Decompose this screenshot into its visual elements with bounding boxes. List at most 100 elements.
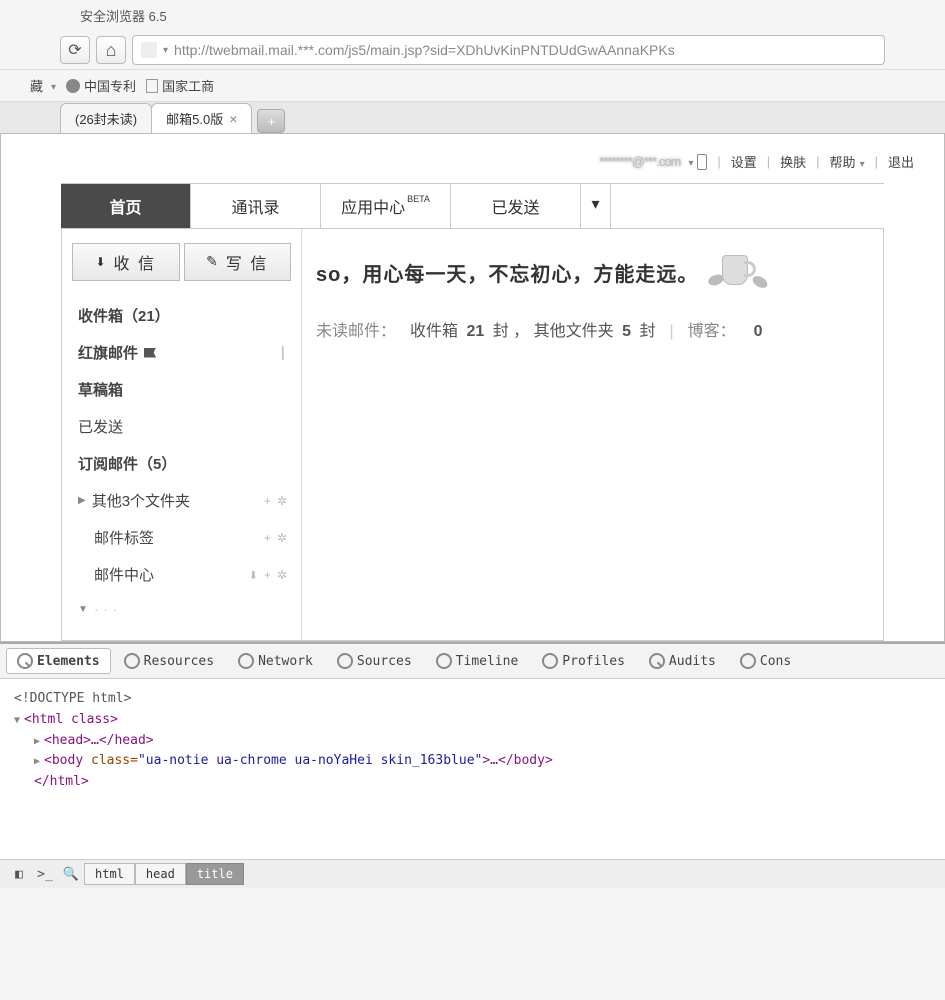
devtools-tab-bar: Elements Resources Network Sources Timel… (0, 644, 945, 679)
devtools-tab-profiles[interactable]: Profiles (531, 648, 636, 674)
plus-icon[interactable] (264, 531, 271, 545)
devtools-panel: Elements Resources Network Sources Timel… (0, 642, 945, 888)
gear-icon[interactable] (277, 568, 287, 582)
folder-inbox[interactable]: 收件箱（21） (72, 297, 291, 334)
browser-window-title: 安全浏览器 6.5 (0, 0, 945, 31)
account-email: ********@***.com (599, 154, 680, 169)
devtools-dom-tree[interactable]: <!DOCTYPE html> ▼<html class> ▶<head>…</… (0, 679, 945, 859)
skin-link[interactable]: 换肤 (780, 152, 806, 171)
url-text: http://twebmail.mail.***.com/js5/main.js… (174, 42, 675, 58)
resources-icon (124, 653, 140, 669)
devtools-tab-elements[interactable]: Elements (6, 648, 111, 674)
beta-badge: BETA (407, 194, 430, 204)
phone-icon[interactable] (697, 154, 707, 170)
plus-icon[interactable] (264, 568, 271, 582)
receive-button[interactable]: 收 信 (72, 243, 180, 281)
mail-app: ********@***.com | 设置 | 换肤 | 帮助 | 退出 首页 … (0, 134, 945, 642)
document-icon (146, 79, 158, 93)
motto-text: so，用心每一天，不忘初心，方能走远。 (316, 258, 698, 287)
folder-labels[interactable]: 邮件标签 (72, 519, 291, 556)
caret-down-icon: ▼ (78, 604, 88, 615)
download-small-icon[interactable] (249, 568, 258, 582)
console-icon (740, 653, 756, 669)
inbox-count: 21 (466, 323, 484, 340)
tab-home[interactable]: 首页 (61, 184, 191, 228)
folder-redflag[interactable]: 红旗邮件| (72, 334, 291, 371)
folder-other3[interactable]: ▶其他3个文件夹 (72, 482, 291, 519)
gear-icon[interactable] (277, 531, 287, 545)
url-dropdown-icon[interactable]: ▾ (163, 45, 168, 56)
refresh-button[interactable] (60, 36, 90, 64)
home-button[interactable] (96, 36, 126, 64)
blog-count: 0 (754, 323, 763, 341)
devtools-breadcrumb: ◧ >_ 🔍 html head title (0, 859, 945, 888)
download-icon (95, 253, 107, 271)
folder-subscribe[interactable]: 订阅邮件（5） (72, 445, 291, 482)
help-link[interactable]: 帮助 (830, 152, 865, 171)
breadcrumb-title[interactable]: title (186, 863, 244, 885)
dock-button[interactable]: ◧ (6, 863, 32, 885)
plus-icon[interactable] (264, 494, 271, 508)
tab-sent[interactable]: 已发送 (451, 184, 581, 228)
bookmark-saic[interactable]: 国家工商 (146, 76, 214, 95)
mail-content: so，用心每一天，不忘初心，方能走远。 未读邮件： 收件箱 21 封 ， 其他文… (302, 229, 883, 640)
unread-label: 未读邮件： (316, 317, 396, 341)
tab-contacts[interactable]: 通讯录 (191, 184, 321, 228)
devtools-tab-timeline[interactable]: Timeline (425, 648, 530, 674)
blog-label: 博客： (688, 317, 736, 341)
bookmark-patent[interactable]: 中国专利 (66, 76, 136, 95)
globe-icon (66, 79, 80, 93)
mail-nav-tabs: 首页 通讯录 应用中心BETA 已发送 ▾ (61, 183, 884, 229)
folder-collapsed[interactable]: ▼· · · (72, 593, 291, 626)
dom-html-open[interactable]: ▼<html class> (14, 710, 931, 731)
devtools-tab-resources[interactable]: Resources (113, 648, 225, 674)
devtools-tab-audits[interactable]: Audits (638, 648, 727, 674)
home-icon (106, 40, 117, 61)
devtools-tab-console[interactable]: Cons (729, 648, 802, 674)
devtools-tab-sources[interactable]: Sources (326, 648, 423, 674)
settings-link[interactable]: 设置 (731, 152, 757, 171)
new-tab-button[interactable]: + (257, 109, 285, 133)
gear-icon[interactable] (277, 494, 287, 508)
other-count: 5 (622, 323, 631, 340)
edit-icon (206, 253, 220, 271)
url-bar[interactable]: ▾ http://twebmail.mail.***.com/js5/main.… (132, 35, 885, 65)
browser-tab-unread[interactable]: (26封未读) (60, 103, 152, 133)
console-toggle-button[interactable]: >_ (32, 863, 58, 885)
favorites-menu[interactable]: 藏 (30, 76, 56, 95)
browser-toolbar: ▾ http://twebmail.mail.***.com/js5/main.… (0, 31, 945, 70)
folder-sent[interactable]: 已发送 (72, 408, 291, 445)
close-icon[interactable]: × (229, 111, 237, 127)
inspect-icon (17, 653, 33, 669)
folder-center[interactable]: 邮件中心 (72, 556, 291, 593)
network-icon (238, 653, 254, 669)
breadcrumb-html[interactable]: html (84, 863, 135, 885)
dom-head[interactable]: ▶<head>…</head> (14, 731, 931, 752)
browser-tab-strip: (26封未读) 邮箱5.0版× + (0, 102, 945, 134)
tab-app-center[interactable]: 应用中心BETA (321, 184, 451, 228)
mail-summary: 未读邮件： 收件箱 21 封 ， 其他文件夹 5 封 | 博客： 0 (316, 317, 869, 341)
caret-right-icon: ▶ (78, 495, 86, 506)
search-button[interactable]: 🔍 (58, 863, 84, 885)
profiles-icon (542, 653, 558, 669)
compose-button[interactable]: 写 信 (184, 243, 292, 281)
sources-icon (337, 653, 353, 669)
mail-header: ********@***.com | 设置 | 换肤 | 帮助 | 退出 (1, 134, 944, 183)
refresh-icon (68, 40, 81, 60)
audits-icon (649, 653, 665, 669)
dom-doctype: <!DOCTYPE html> (14, 689, 931, 710)
timeline-icon (436, 653, 452, 669)
flag-icon (144, 348, 156, 358)
tab-more-dropdown[interactable]: ▾ (581, 184, 611, 228)
browser-tab-mailbox[interactable]: 邮箱5.0版× (151, 103, 252, 133)
site-icon (141, 42, 157, 58)
dom-html-close: </html> (14, 772, 931, 793)
devtools-tab-network[interactable]: Network (227, 648, 324, 674)
bookmarks-bar: 藏 中国专利 国家工商 (0, 70, 945, 102)
logout-link[interactable]: 退出 (888, 152, 914, 171)
account-dropdown-icon[interactable] (684, 154, 693, 169)
dom-body[interactable]: ▶<body class="ua-notie ua-chrome ua-noYa… (14, 751, 931, 772)
cup-illustration (708, 249, 768, 295)
folder-drafts[interactable]: 草稿箱 (72, 371, 291, 408)
breadcrumb-head[interactable]: head (135, 863, 186, 885)
